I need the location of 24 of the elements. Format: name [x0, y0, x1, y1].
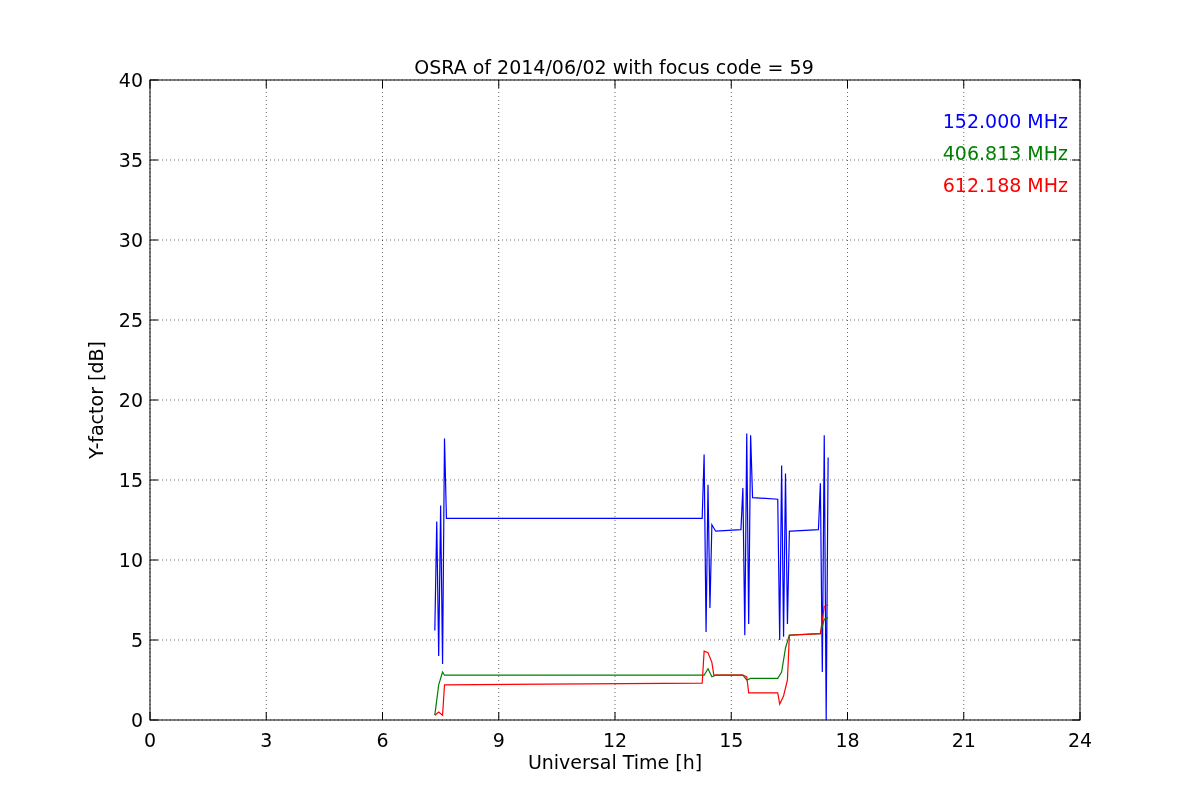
y-tick-label: 10 [118, 549, 143, 571]
legend-label: 152.000 MHz [942, 110, 1068, 132]
x-tick-label: 21 [951, 729, 976, 751]
x-tick-label: 24 [1067, 729, 1093, 751]
y-tick-label: 0 [130, 709, 143, 731]
x-tick-label: 0 [143, 729, 157, 751]
x-axis-label: Universal Time [h] [527, 751, 703, 773]
x-tick-label: 18 [835, 729, 860, 751]
y-tick-label: 20 [118, 389, 143, 411]
y-tick-label: 35 [118, 149, 143, 171]
legend-label: 406.813 MHz [942, 142, 1068, 164]
y-tick-label: 25 [118, 309, 143, 331]
y-tick-label: 40 [118, 69, 143, 91]
chart-title: OSRA of 2014/06/02 with focus code = 59 [414, 56, 814, 78]
x-tick-label: 6 [376, 729, 389, 751]
x-tick-label: 15 [719, 729, 744, 751]
y-tick-label: 30 [118, 229, 143, 251]
legend-label: 612.188 MHz [942, 174, 1068, 196]
x-tick-label: 9 [492, 729, 505, 751]
x-tick-label: 12 [602, 729, 628, 751]
y-tick-label: 15 [118, 469, 143, 491]
y-axis-label: Y-factor [dB] [85, 341, 107, 459]
x-tick-label: 3 [260, 729, 273, 751]
y-tick-label: 5 [130, 629, 143, 651]
